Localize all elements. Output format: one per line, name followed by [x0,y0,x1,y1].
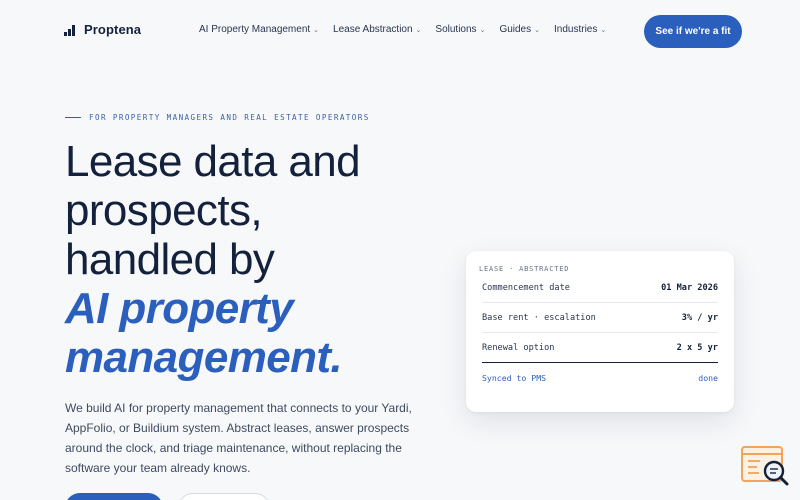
see-if-fit-button[interactable]: See if we're a fit [644,15,742,48]
headline-line: prospects, [65,186,263,235]
hero-description: We build AI for property management that… [65,401,412,475]
nav-item-label: Industries [554,24,598,35]
nav-item-label: Guides [499,24,532,35]
card-row-base-rent: Base rent · escalation 3% / yr [482,303,718,333]
brand-logo[interactable]: Proptena [64,22,141,37]
nav-item-lease-abstraction[interactable]: Lease Abstraction ⌄ [333,24,421,35]
top-nav: Proptena AI Property Management ⌄ Lease … [0,0,800,64]
headline-line: Lease data and [65,137,361,186]
row-key: Renewal option [482,342,555,353]
nav-item-industries[interactable]: Industries ⌄ [554,24,606,35]
chevron-down-icon: ⌄ [415,26,422,34]
nav-item-label: Solutions [435,24,477,35]
headline-line: handled by [65,235,275,284]
eyebrow-text: FOR PROPERTY MANAGERS AND REAL ESTATE OP… [89,113,370,122]
chevron-down-icon: ⌄ [534,26,540,34]
search-assistant-widget-icon[interactable] [741,445,791,487]
lease-abstracted-card: LEASE · ABSTRACTED Commencement date 01 … [466,251,734,412]
sync-status-value: done [698,373,718,383]
sync-status-label: Synced to PMS [482,373,547,383]
secondary-cta-button[interactable] [178,493,270,500]
chevron-down-icon: ⌄ [313,26,320,34]
headline-accent-line: AI property [65,284,294,333]
hero-eyebrow: FOR PROPERTY MANAGERS AND REAL ESTATE OP… [65,113,370,122]
card-row-commencement: Commencement date 01 Mar 2026 [482,273,718,303]
card-row-renewal: Renewal option 2 x 5 yr [482,333,718,363]
nav-item-label: AI Property Management [199,24,311,35]
card-label: LEASE · ABSTRACTED [479,265,570,273]
chevron-down-icon: ⌄ [600,26,607,34]
chevron-down-icon: ⌄ [479,26,486,34]
card-footer: Synced to PMS done [482,363,718,393]
row-value: 01 Mar 2026 [661,282,718,293]
headline-accent-line: management. [65,333,343,382]
row-value: 2 x 5 yr [676,342,718,353]
search-doc-icon [741,446,789,486]
nav-item-solutions[interactable]: Solutions ⌄ [435,24,485,35]
brand-name: Proptena [84,22,142,37]
primary-cta-button[interactable] [65,493,163,500]
hero-headline: Lease data and prospects, handled by AI … [65,137,361,382]
nav-item-label: Lease Abstraction [333,24,413,35]
eyebrow-divider [65,117,81,118]
nav-item-ai-property-management[interactable]: AI Property Management ⌄ [199,24,319,35]
row-value: 3% / yr [681,312,718,323]
row-key: Commencement date [482,282,570,293]
bar-chart-icon [64,24,76,36]
row-key: Base rent · escalation [482,312,596,323]
main-menu: AI Property Management ⌄ Lease Abstracti… [199,24,606,35]
nav-item-guides[interactable]: Guides ⌄ [499,24,540,35]
